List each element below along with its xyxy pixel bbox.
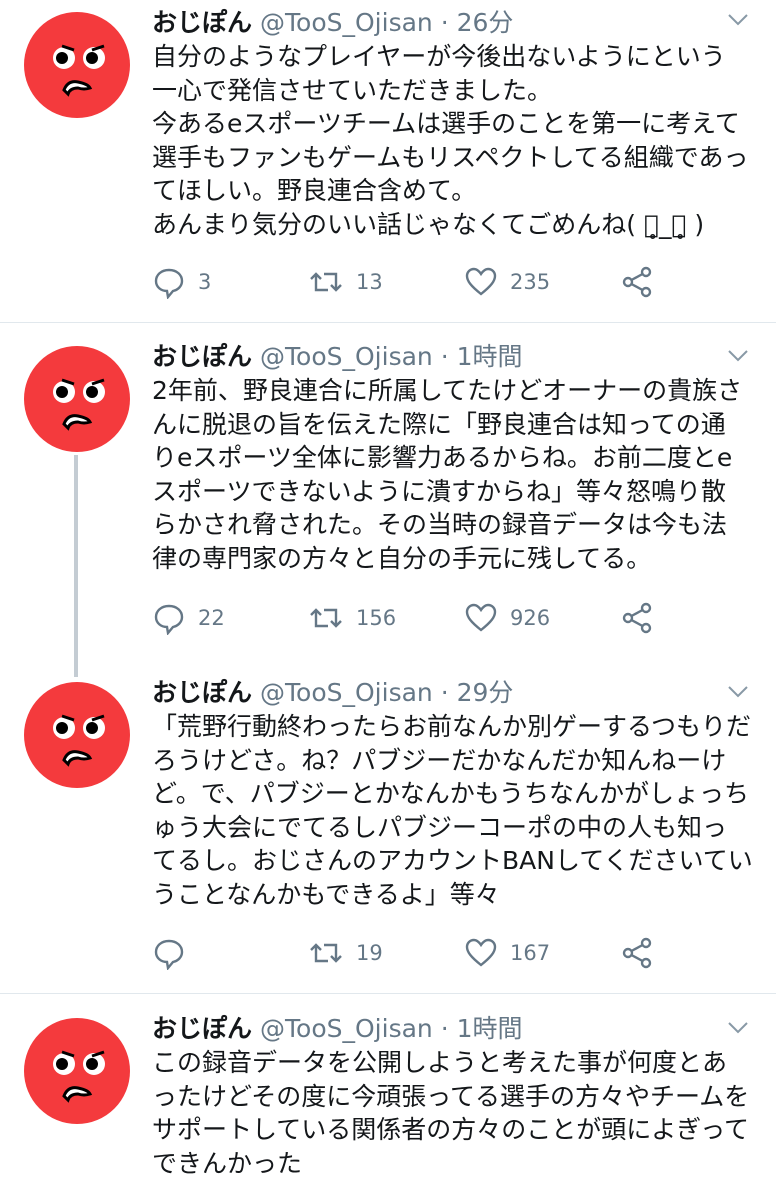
handle[interactable]: @TooS_Ojisan bbox=[260, 1014, 433, 1043]
timestamp[interactable]: 26分 bbox=[457, 8, 514, 37]
tweet[interactable]: おじぽん @TooS_Ojisan · 1時間 2年前、野良連合に所属してたけどオ… bbox=[0, 340, 776, 664]
timestamp[interactable]: 1時間 bbox=[457, 342, 523, 371]
heart-icon bbox=[465, 267, 497, 296]
reply-icon bbox=[154, 604, 184, 635]
tweet-divider bbox=[0, 322, 776, 323]
separator-dot: · bbox=[440, 1014, 449, 1043]
like-count: 235 bbox=[510, 270, 551, 294]
retweet-button[interactable]: 13 bbox=[308, 264, 383, 300]
separator-dot: · bbox=[440, 678, 449, 707]
retweet-count: 19 bbox=[356, 941, 383, 965]
tweet-actions: 22 156 926 bbox=[152, 600, 752, 636]
tweet-text: この録音データを公開しようと考えた事が何度とあ ったけどその度に今頑張ってる選手… bbox=[152, 1048, 750, 1178]
heart-icon bbox=[465, 938, 497, 967]
avatar[interactable] bbox=[24, 682, 130, 788]
separator-dot: · bbox=[440, 342, 449, 371]
share-icon bbox=[622, 266, 652, 298]
worried-face-icon bbox=[53, 714, 105, 767]
avatar[interactable] bbox=[24, 12, 130, 118]
reply-icon bbox=[154, 268, 184, 299]
tweet[interactable]: おじぽん @TooS_Ojisan · 26分 自分のようなプレイヤーが今後出ない… bbox=[0, 0, 776, 322]
share-icon bbox=[622, 937, 652, 969]
display-name[interactable]: おじぽん bbox=[152, 342, 252, 371]
tweet[interactable]: おじぽん @TooS_Ojisan · 1時間 この録音データを公開しようと考えた… bbox=[0, 1012, 776, 1200]
handle[interactable]: @TooS_Ojisan bbox=[260, 678, 433, 707]
tweet-text: 自分のようなプレイヤーが今後出ないようにという 一心で発信させていただきました。… bbox=[152, 42, 749, 239]
share-button[interactable] bbox=[620, 935, 654, 971]
retweet-count: 13 bbox=[356, 270, 383, 294]
worried-face-icon bbox=[53, 1050, 105, 1103]
avatar[interactable] bbox=[24, 1018, 130, 1124]
reply-button[interactable]: 3 bbox=[152, 264, 211, 300]
like-button[interactable]: 926 bbox=[464, 600, 550, 636]
tweet-text: 「荒野行動終わったらお前なんか別ゲーするつもりだ ろうけどさ。ね？パブジーだかな… bbox=[152, 712, 753, 909]
reply-button[interactable]: 22 bbox=[152, 600, 225, 636]
tweet[interactable]: おじぽん @TooS_Ojisan · 29分 「荒野行動終わったらお前なんか別ゲ… bbox=[0, 676, 776, 994]
timestamp[interactable]: 29分 bbox=[457, 678, 514, 707]
reply-count: 22 bbox=[198, 606, 225, 630]
tweet-text: 2年前、野良連合に所属してたけどオーナーの貴族さ んに脱退の旨を伝えた際に「野良… bbox=[152, 376, 743, 573]
retweet-icon bbox=[310, 608, 342, 628]
share-button[interactable] bbox=[620, 600, 654, 636]
retweet-button[interactable]: 156 bbox=[308, 600, 396, 636]
reply-button[interactable] bbox=[152, 935, 186, 971]
like-count: 926 bbox=[510, 606, 551, 630]
timestamp[interactable]: 1時間 bbox=[457, 1014, 523, 1043]
tweet-header: おじぽん @TooS_Ojisan · 26分 bbox=[152, 6, 513, 40]
heart-icon bbox=[465, 603, 497, 632]
like-button[interactable]: 235 bbox=[464, 264, 550, 300]
display-name[interactable]: おじぽん bbox=[152, 1014, 252, 1043]
tweet-actions: 19 167 bbox=[152, 935, 752, 971]
tweet-header: おじぽん @TooS_Ojisan · 29分 bbox=[152, 676, 513, 710]
reply-count: 3 bbox=[198, 270, 212, 294]
display-name[interactable]: おじぽん bbox=[152, 678, 252, 707]
worried-face-icon bbox=[53, 378, 105, 431]
share-icon bbox=[622, 602, 652, 634]
retweet-icon bbox=[310, 943, 342, 963]
tweet-header: おじぽん @TooS_Ojisan · 1時間 bbox=[152, 1012, 523, 1046]
retweet-count: 156 bbox=[356, 606, 397, 630]
reply-icon bbox=[154, 939, 184, 970]
share-button[interactable] bbox=[620, 264, 654, 300]
like-button[interactable]: 167 bbox=[464, 935, 550, 971]
tweet-divider bbox=[0, 993, 776, 994]
chevron-down-icon[interactable] bbox=[726, 8, 750, 32]
retweet-button[interactable]: 19 bbox=[308, 935, 383, 971]
tweet-actions: 3 13 235 bbox=[152, 264, 752, 300]
worried-face-icon bbox=[53, 44, 105, 97]
separator-dot: · bbox=[440, 8, 449, 37]
tweet-header: おじぽん @TooS_Ojisan · 1時間 bbox=[152, 340, 523, 374]
chevron-down-icon[interactable] bbox=[726, 1016, 750, 1040]
retweet-icon bbox=[310, 272, 342, 292]
handle[interactable]: @TooS_Ojisan bbox=[260, 342, 433, 371]
chevron-down-icon[interactable] bbox=[726, 680, 750, 704]
display-name[interactable]: おじぽん bbox=[152, 8, 252, 37]
like-count: 167 bbox=[510, 941, 551, 965]
handle[interactable]: @TooS_Ojisan bbox=[260, 8, 433, 37]
chevron-down-icon[interactable] bbox=[726, 344, 750, 368]
avatar[interactable] bbox=[24, 346, 130, 452]
